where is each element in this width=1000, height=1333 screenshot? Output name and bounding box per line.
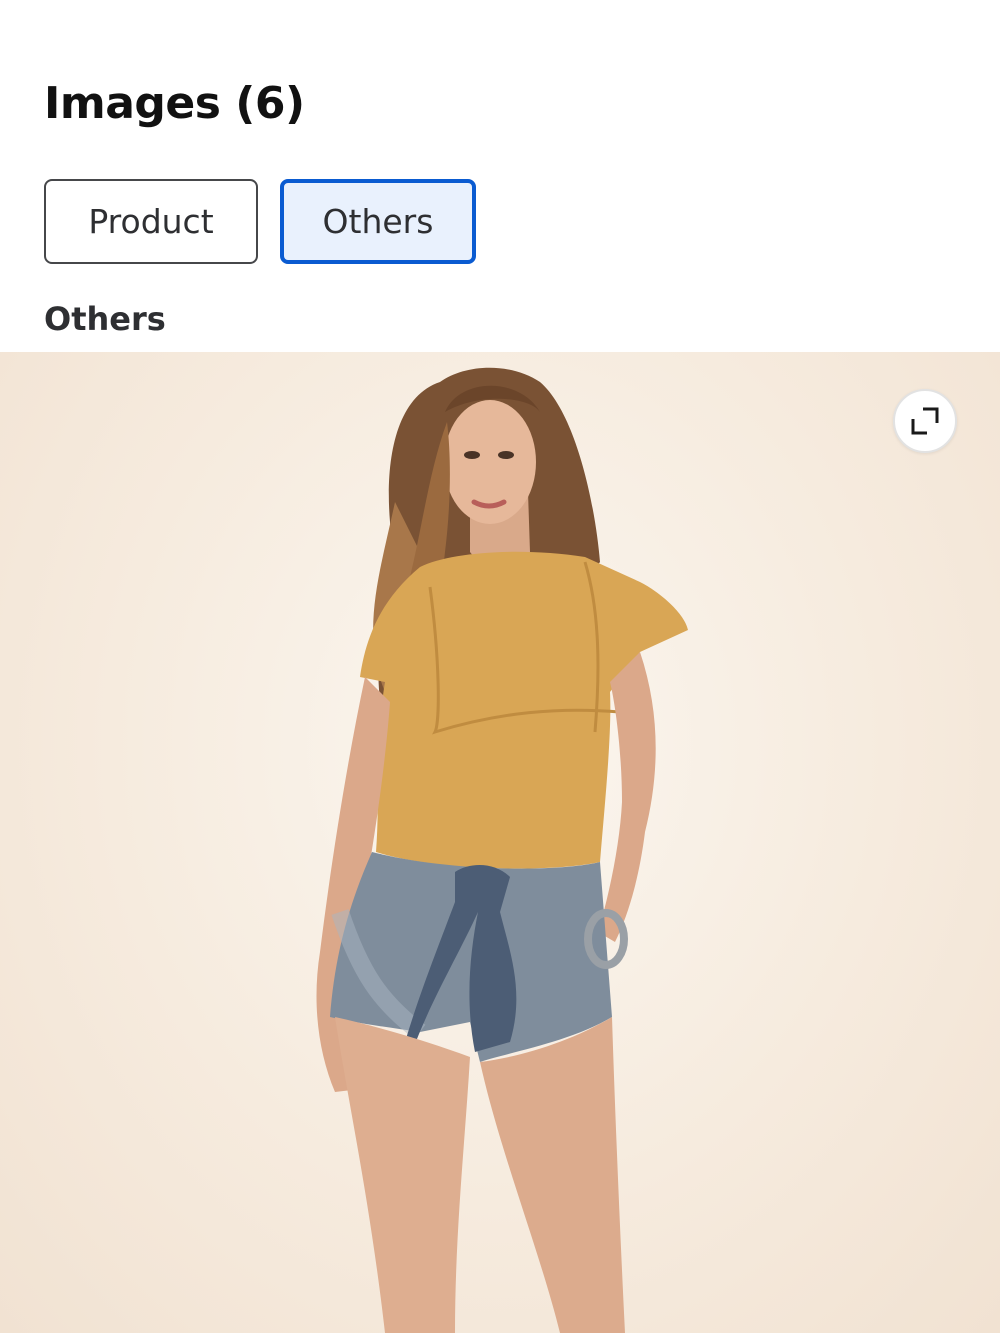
tab-product[interactable]: Product	[44, 179, 258, 264]
product-image[interactable]	[0, 352, 1000, 1333]
expand-image-button[interactable]	[893, 389, 957, 453]
model-photo	[316, 367, 688, 1333]
section-title: Others	[44, 300, 166, 338]
tab-others[interactable]: Others	[280, 179, 476, 264]
expand-icon	[911, 407, 939, 435]
page-title: Images (6)	[44, 78, 305, 129]
image-filter-tabs: Product Others	[44, 179, 476, 264]
